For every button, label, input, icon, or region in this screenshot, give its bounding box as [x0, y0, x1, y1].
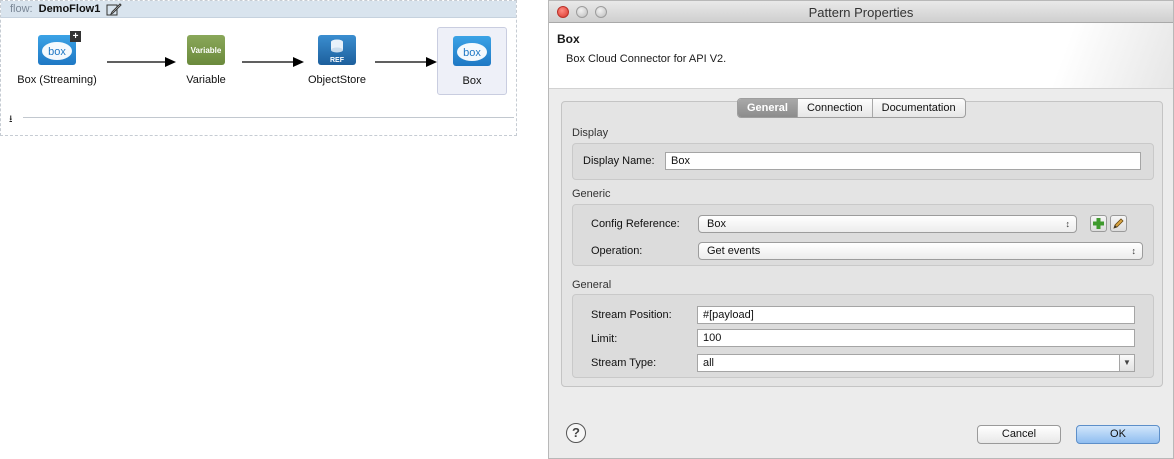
edit-icon[interactable] [106, 2, 123, 16]
help-button[interactable]: ? [566, 423, 586, 443]
updown-arrows-icon: ↕ [1065, 219, 1071, 229]
stream-type-label: Stream Type: [591, 357, 657, 369]
flow-node-label: Variable [186, 74, 226, 86]
display-name-label: Display Name: [583, 155, 655, 167]
flow-node-label: ObjectStore [307, 74, 367, 86]
svg-text:box: box [48, 46, 66, 58]
banner: Box Box Cloud Connector for API V2. [549, 23, 1173, 89]
operation-value: Get events [707, 245, 761, 257]
flow-node-box[interactable]: box Box [437, 27, 507, 95]
config-reference-value: Box [707, 218, 726, 230]
variable-icon: Variable [187, 35, 225, 65]
pattern-properties-dialog: Pattern Properties Box Box Cloud Connect… [548, 0, 1174, 459]
display-name-input[interactable] [665, 152, 1141, 170]
box-streaming-icon: box + [38, 31, 81, 65]
generic-group: Config Reference: Box ↕ Operation: Get e… [572, 204, 1154, 266]
cancel-button[interactable]: Cancel [977, 425, 1061, 444]
stream-type-combo[interactable]: all ▼ [697, 354, 1135, 372]
collapse-icon[interactable]: ⭳ [9, 112, 13, 129]
pencil-icon [1113, 218, 1124, 229]
section-general-label: General [572, 279, 612, 291]
banner-fade [993, 23, 1173, 88]
stream-position-input[interactable] [697, 306, 1135, 324]
tab-bar: General Connection Documentation [737, 98, 966, 118]
display-group: Display Name: [572, 143, 1154, 180]
tab-general[interactable]: General [738, 99, 798, 117]
divider [23, 117, 514, 118]
flow-header: flow: DemoFlow1 [1, 1, 516, 18]
flow-arrow [242, 57, 304, 67]
flow-node-variable[interactable]: Variable Variable [170, 27, 242, 95]
banner-description: Box Cloud Connector for API V2. [566, 53, 727, 65]
section-display-label: Display [572, 127, 609, 139]
flow-node-label: Box (Streaming) [17, 74, 97, 86]
config-reference-select[interactable]: Box ↕ [698, 215, 1077, 233]
general-group: Stream Position: Limit: Stream Type: all… [572, 294, 1154, 378]
window-title: Pattern Properties [808, 5, 914, 20]
banner-title: Box [557, 32, 580, 46]
updown-arrows-icon: ↕ [1131, 246, 1137, 256]
limit-label: Limit: [591, 333, 618, 345]
tab-documentation[interactable]: Documentation [873, 99, 965, 117]
flow-arrow [375, 57, 437, 67]
flow-node-box-streaming[interactable]: box + Box (Streaming) [17, 27, 97, 95]
tab-connection[interactable]: Connection [798, 99, 873, 117]
config-reference-label: Config Reference: [591, 218, 680, 230]
stream-position-label: Stream Position: [591, 309, 672, 321]
flow-node-label: Box [462, 75, 482, 87]
plus-icon [1093, 218, 1104, 229]
add-config-button[interactable] [1090, 215, 1107, 232]
svg-text:REF: REF [330, 57, 345, 64]
dropdown-arrow-icon[interactable]: ▼ [1119, 355, 1134, 371]
flow-name[interactable]: DemoFlow1 [39, 3, 101, 15]
operation-select[interactable]: Get events ↕ [698, 242, 1143, 260]
flow-node-objectstore[interactable]: REF ObjectStore [301, 27, 373, 95]
flow-keyword: flow: [10, 3, 33, 15]
stream-type-value: all [703, 357, 715, 369]
objectstore-icon: REF [318, 35, 356, 65]
flow-arrow [107, 57, 176, 67]
tab-content: General Connection Documentation Display… [561, 98, 1163, 387]
ok-button[interactable]: OK [1076, 425, 1160, 444]
plus-badge-icon: + [70, 31, 81, 42]
flow-footer: ⭳ [9, 111, 514, 125]
limit-input[interactable] [697, 329, 1135, 347]
section-generic-label: Generic [572, 188, 611, 200]
svg-text:box: box [463, 47, 481, 59]
titlebar: Pattern Properties [549, 1, 1173, 23]
edit-config-button[interactable] [1110, 215, 1127, 232]
operation-label: Operation: [591, 245, 643, 257]
flow-canvas: flow: DemoFlow1 box + Box (Streaming) Va… [0, 0, 517, 136]
box-icon: box [453, 36, 491, 66]
